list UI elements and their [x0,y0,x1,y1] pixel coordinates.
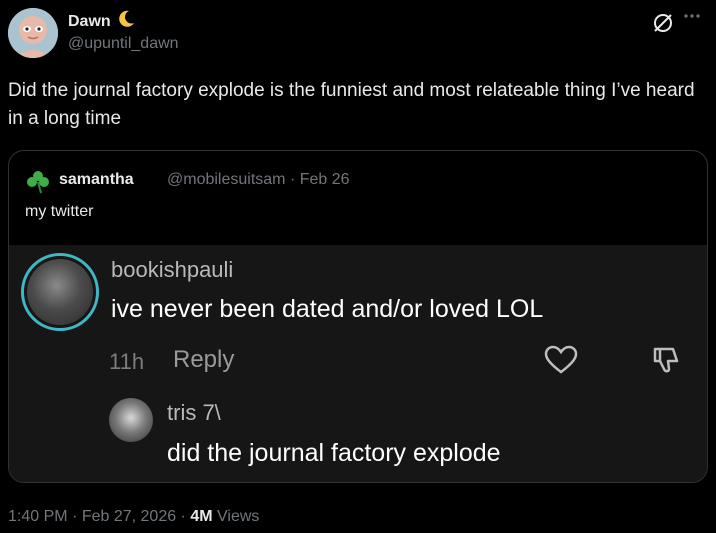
author-avatar-image [8,8,58,58]
quoted-post-image[interactable]: bookishpauli ive never been dated and/or… [9,245,707,482]
more-options-icon[interactable] [683,9,701,27]
dislike-icon [651,345,681,380]
post-time[interactable]: 1:40 PM [8,508,68,525]
quoted-author-meta[interactable]: @mobilesuitsam · Feb 26 [167,171,350,189]
reply-text: did the journal factory explode [167,439,501,467]
author-handle[interactable]: @upuntil_dawn [68,35,179,53]
crescent-moon-icon [119,10,135,33]
replier-username: tris 7\ [167,400,221,425]
comment-reply-label: Reply [173,346,235,373]
views-label: Views [217,508,260,525]
quoted-post-text: my twitter [25,203,94,220]
post-metadata: 1:40 PM · Feb 27, 2026 · 4M Views [8,508,260,525]
quoted-post-date: Feb 26 [299,171,350,188]
post-date[interactable]: Feb 27, 2026 [82,508,176,525]
author-name[interactable]: Dawn [68,10,135,33]
comment-time: 11h [109,349,145,374]
heart-icon [543,345,579,380]
quoted-author-handle: @mobilesuitsam [167,171,286,188]
author-avatar[interactable] [8,8,58,58]
commenter-avatar-ring [21,253,99,331]
quoted-author-name[interactable]: samantha [59,171,134,189]
post-text: Did the journal factory explode is the f… [8,80,695,129]
commenter-avatar [27,259,93,325]
views-count[interactable]: 4M [190,508,212,525]
grok-icon[interactable] [652,12,674,39]
replier-avatar [109,398,153,442]
author-name-text: Dawn [68,13,111,30]
quoted-post-card[interactable]: samantha @mobilesuitsam · Feb 26 my twit… [8,150,708,483]
shamrock-icon [25,169,51,200]
commenter-username: bookishpauli [111,257,234,282]
comment-text: ive never been dated and/or loved LOL [111,295,544,323]
